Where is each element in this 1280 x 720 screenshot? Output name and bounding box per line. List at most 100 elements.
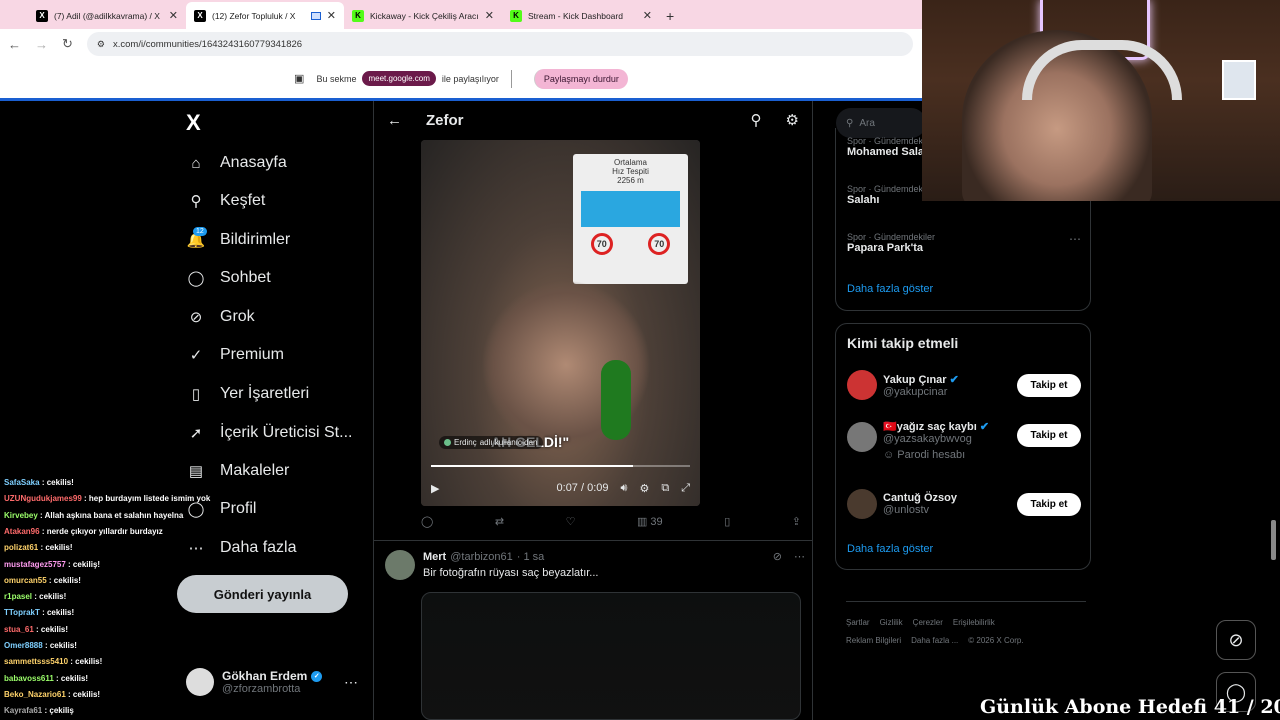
- scrollbar-thumb[interactable]: [1271, 520, 1276, 560]
- footer-link[interactable]: Reklam Bilgileri: [846, 636, 901, 645]
- nav-item-10[interactable]: ⋯ Daha fazla: [186, 538, 297, 558]
- follow-button[interactable]: Takip et: [1017, 373, 1081, 397]
- follow-button[interactable]: Takip et: [1017, 492, 1081, 516]
- fullscreen-icon[interactable]: ⤢: [681, 482, 690, 495]
- grok-icon[interactable]: ⊘: [773, 550, 782, 563]
- reply-icon[interactable]: ◯: [421, 515, 433, 528]
- trend-item[interactable]: Spor · Gündemdekiler Papara Park'ta ⋯: [847, 232, 1081, 254]
- chat-username[interactable]: polizat61: [4, 543, 38, 552]
- close-tab-icon[interactable]: ✕: [485, 9, 494, 22]
- video-progress-track[interactable]: [431, 465, 690, 467]
- chat-username[interactable]: UZUNgudukjames99: [4, 494, 82, 503]
- chat-username[interactable]: babavoss611: [4, 674, 54, 683]
- chat-text: : cekilis!: [42, 608, 75, 618]
- like-icon[interactable]: ♡: [566, 515, 576, 528]
- chat-username[interactable]: sammettsss5410: [4, 657, 68, 666]
- site-info-icon[interactable]: ⚙: [97, 39, 105, 50]
- nav-item-label: Premium: [220, 346, 285, 363]
- show-more-link[interactable]: Daha fazla göster: [847, 283, 933, 295]
- avatar[interactable]: [385, 550, 415, 580]
- chat-username[interactable]: TToprakT: [4, 608, 40, 617]
- chat-username[interactable]: mustafagez5757: [4, 560, 66, 569]
- show-more-link[interactable]: Daha fazla göster: [847, 543, 933, 555]
- suggestion-name: 🇹🇷yağız saç kaybı: [883, 421, 977, 433]
- search-icon: ⚲: [846, 117, 854, 129]
- share-icon[interactable]: ⇪: [792, 515, 801, 528]
- chat-username[interactable]: Kirvebey: [4, 511, 38, 520]
- nav-item-5[interactable]: ✓ Premium: [186, 345, 284, 365]
- follow-button[interactable]: Takip et: [1017, 424, 1081, 447]
- footer-link[interactable]: © 2026 X Corp.: [968, 636, 1023, 645]
- footer-link[interactable]: Gizlilik: [880, 618, 903, 627]
- chat-username[interactable]: SafaSaka: [4, 478, 40, 487]
- tweet-media[interactable]: [421, 592, 801, 720]
- chat-username[interactable]: r1pasel: [4, 592, 32, 601]
- close-tab-icon[interactable]: ✕: [327, 9, 336, 22]
- shared-by-suffix: adlı kullanıcıdan: [479, 438, 538, 447]
- footer-link[interactable]: Erişilebilirlik: [953, 618, 995, 627]
- footer-link[interactable]: Şartlar: [846, 618, 870, 627]
- tweet-handle[interactable]: @tarbizon61: [450, 551, 513, 563]
- chat-text: : cekilis!: [68, 689, 101, 699]
- grok-float-button[interactable]: ⊘: [1216, 620, 1256, 660]
- back-icon[interactable]: ←: [8, 37, 21, 52]
- stop-sharing-button[interactable]: Paylaşmayı durdur: [533, 68, 628, 89]
- browser-tab[interactable]: K Stream - Kick Dashboard ✕: [502, 2, 660, 29]
- close-tab-icon[interactable]: ✕: [169, 9, 178, 22]
- chat-username[interactable]: stua_61: [4, 625, 34, 634]
- divider: [510, 69, 512, 88]
- more-options-icon[interactable]: ⋯: [1069, 232, 1081, 246]
- tweet-time[interactable]: · 1 sa: [517, 551, 545, 563]
- volume-icon[interactable]: 🔊︎: [621, 482, 628, 495]
- footer-link[interactable]: Daha fazla ...: [911, 636, 958, 645]
- play-icon[interactable]: ▶: [431, 482, 439, 495]
- footer-link[interactable]: Çerezler: [913, 618, 943, 627]
- x-logo-icon: X: [36, 9, 48, 22]
- nav-item-3[interactable]: ◯ Sohbet: [186, 268, 271, 288]
- more-options-icon[interactable]: ⋯: [344, 674, 358, 691]
- browser-tab[interactable]: X (7) Adil (@adilkkavrama) / X ✕: [28, 2, 186, 29]
- notification-count-badge: 12: [193, 227, 207, 236]
- follow-suggestion[interactable]: Cantuğ Özsoy @unlostv Takip et: [847, 489, 1081, 519]
- search-icon[interactable]: ⚲: [751, 111, 762, 129]
- nav-item-6[interactable]: ▯ Yer İşaretleri: [186, 384, 309, 404]
- follow-suggestion[interactable]: Yakup Çınar ✔ @yakupcinar Takip et: [847, 370, 1081, 400]
- nav-item-4[interactable]: ⊘ Grok: [186, 307, 255, 327]
- shared-by-user[interactable]: Erdinç: [454, 438, 477, 447]
- address-bar[interactable]: ⚙ x.com/i/communities/164324316077934182…: [86, 32, 913, 56]
- nav-item-1[interactable]: ⚲ Keşfet: [186, 191, 266, 211]
- chat-bubble-icon: ◯: [187, 270, 205, 287]
- browser-tab[interactable]: K Kickaway - Kick Çekiliş Aracı ✕: [344, 2, 502, 29]
- settings-gear-icon[interactable]: ⚙: [639, 482, 649, 495]
- more-options-icon[interactable]: ⋯: [794, 550, 805, 563]
- account-switcher[interactable]: Gökhan Erdem ✓ @zforzambrotta ⋯: [186, 668, 358, 696]
- close-tab-icon[interactable]: ✕: [643, 9, 652, 22]
- browser-tab-active[interactable]: X (12) Zefor Topluluk / X ✕: [186, 2, 344, 29]
- bookmark-icon[interactable]: ▯: [724, 515, 730, 528]
- forward-icon[interactable]: →: [35, 37, 48, 52]
- tweet-author[interactable]: Mert: [423, 551, 446, 563]
- pip-icon[interactable]: ⧉: [661, 482, 669, 495]
- chat-username[interactable]: Beko_Nazario61: [4, 690, 66, 699]
- suggestion-name-row: Yakup Çınar ✔: [883, 373, 1011, 386]
- video-player[interactable]: Ortalama Hız Tespiti 2256 m 70 70 AH GEL…: [421, 140, 700, 506]
- views-stat[interactable]: ▥ 39: [637, 515, 663, 528]
- nav-item-0[interactable]: ⌂ Anasayfa: [186, 153, 286, 173]
- tweet[interactable]: Mert @tarbizon61 · 1 sa ⊘ ⋯ Bir fotoğraf…: [385, 550, 805, 580]
- chat-username[interactable]: omurcan55: [4, 576, 47, 585]
- chat-username[interactable]: Omer8888: [4, 641, 43, 650]
- nav-item-7[interactable]: ➚ İçerik Üreticisi St...: [186, 423, 353, 443]
- settings-gear-icon[interactable]: ⚙: [786, 111, 799, 129]
- x-logo-icon[interactable]: X: [186, 110, 201, 136]
- post-button[interactable]: Gönderi yayınla: [177, 575, 348, 613]
- follow-suggestion[interactable]: 🇹🇷yağız saç kaybı ✔ @yazsakaybwvog ☺ Par…: [847, 420, 1081, 461]
- chat-text: : çekiliş: [44, 706, 74, 716]
- url-text: x.com/i/communities/1643243160779341826: [112, 38, 303, 50]
- new-tab-button[interactable]: +: [666, 8, 674, 24]
- chat-username[interactable]: Atakan96: [4, 527, 40, 536]
- back-arrow-icon[interactable]: ←: [387, 112, 402, 129]
- reload-icon[interactable]: ↻: [62, 36, 73, 52]
- repost-icon[interactable]: ⇄: [495, 515, 504, 528]
- nav-item-8[interactable]: ▤ Makaleler: [186, 461, 289, 481]
- chat-username[interactable]: Kayrafa61: [4, 706, 42, 715]
